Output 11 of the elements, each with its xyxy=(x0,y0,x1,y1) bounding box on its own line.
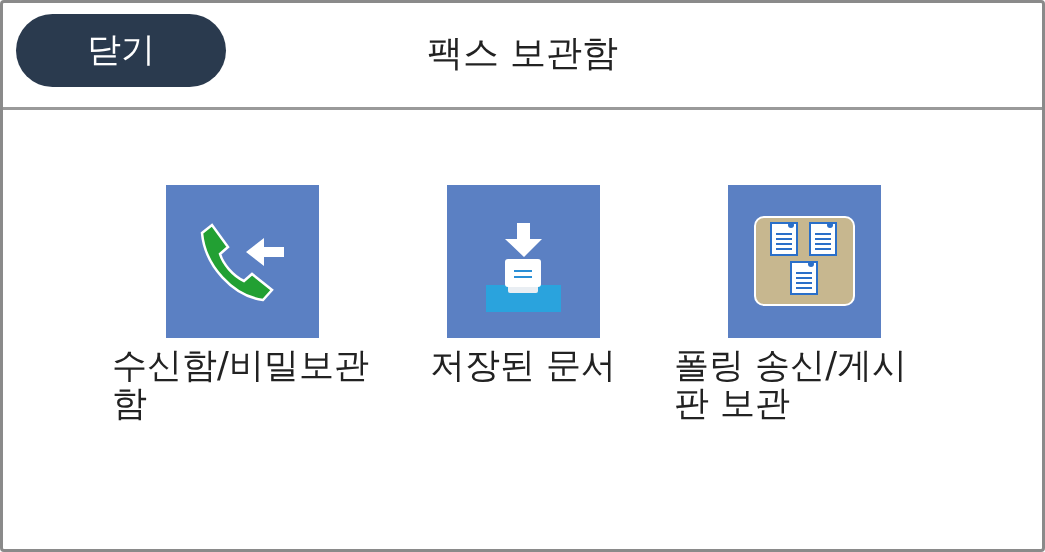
tile-label: 폴링 송신/게시판 보관 xyxy=(674,346,908,422)
screen-title: 팩스 보관함 xyxy=(426,31,619,75)
phone-icon xyxy=(165,185,319,338)
bulletin-board-icon xyxy=(727,185,881,338)
menu-tile[interactable] xyxy=(165,185,319,338)
tile-label: 저장된 문서 xyxy=(429,346,617,384)
close-button[interactable]: 닫기 xyxy=(16,13,226,87)
tile-label: 수신함/비밀보관함 xyxy=(112,346,370,422)
menu-tile[interactable] xyxy=(446,185,600,338)
menu-tile[interactable] xyxy=(727,185,881,338)
document-tray-icon xyxy=(446,185,600,338)
